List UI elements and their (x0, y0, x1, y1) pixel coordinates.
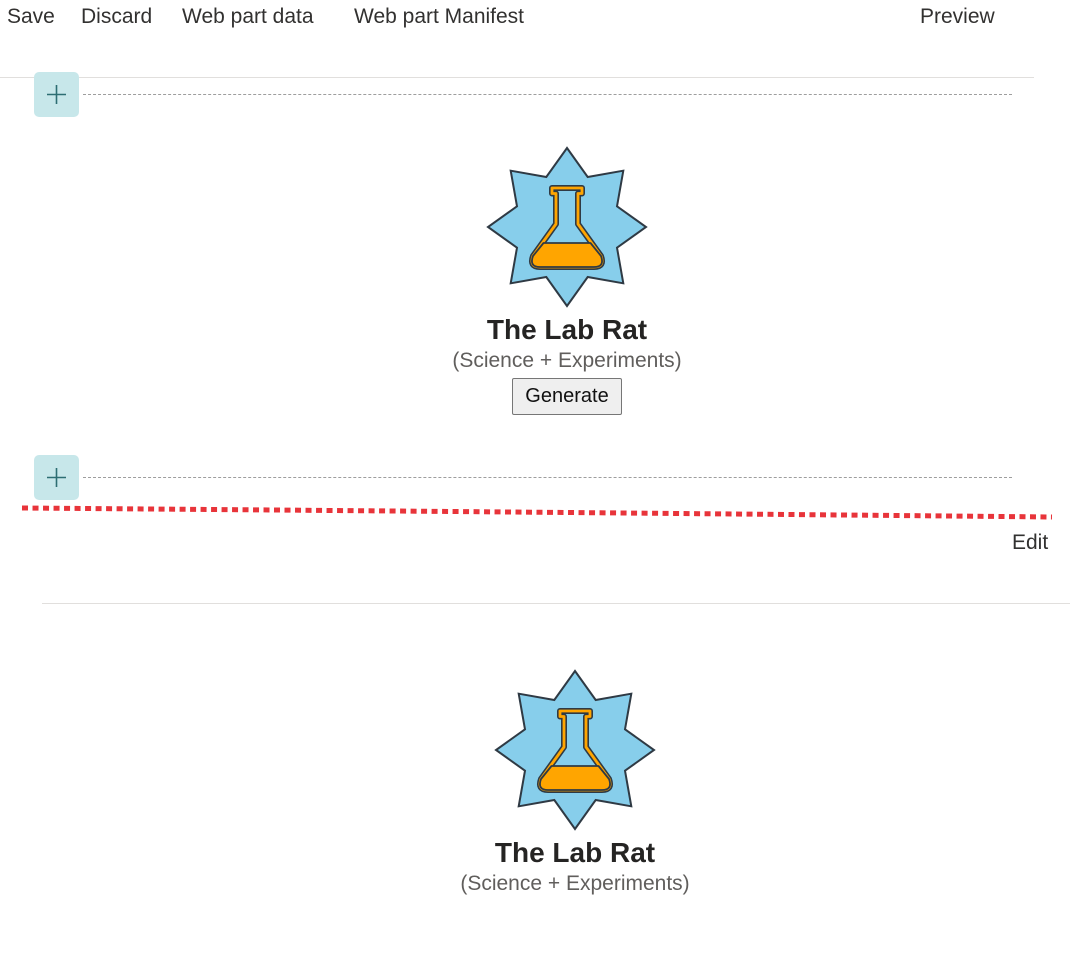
webpart-subtitle: (Science + Experiments) (460, 872, 690, 895)
science-flask-star-icon (486, 146, 648, 308)
toolbar: Save Discard Web part data Web part Mani… (0, 0, 1034, 78)
add-section-row-bottom (34, 455, 1012, 501)
webpart-data-button[interactable]: Web part data (182, 3, 314, 31)
save-button[interactable]: Save (7, 3, 55, 31)
preview-separator-line (42, 603, 1070, 604)
generate-button[interactable]: Generate (512, 378, 622, 415)
webpart-preview: The Lab Rat (Science + Experiments) (375, 669, 775, 897)
plus-icon (47, 85, 66, 104)
red-dotted-divider (21, 505, 1053, 520)
webpart-title: The Lab Rat (486, 314, 648, 345)
webpart-edit: The Lab Rat (Science + Experiments) Gene… (367, 146, 767, 415)
add-section-row-top (34, 72, 1012, 118)
discard-button[interactable]: Discard (81, 3, 152, 31)
add-section-button-top[interactable] (34, 72, 79, 117)
section-divider-line (83, 477, 1012, 478)
section-divider-line (83, 94, 1012, 95)
webpart-subtitle: (Science + Experiments) (452, 349, 682, 372)
plus-icon (47, 468, 66, 487)
science-flask-star-icon (494, 669, 656, 831)
edit-button[interactable]: Edit (1012, 530, 1048, 556)
preview-button[interactable]: Preview (920, 3, 995, 31)
add-section-button-bottom[interactable] (34, 455, 79, 500)
webpart-manifest-button[interactable]: Web part Manifest (354, 3, 524, 31)
webpart-title: The Lab Rat (494, 837, 656, 868)
